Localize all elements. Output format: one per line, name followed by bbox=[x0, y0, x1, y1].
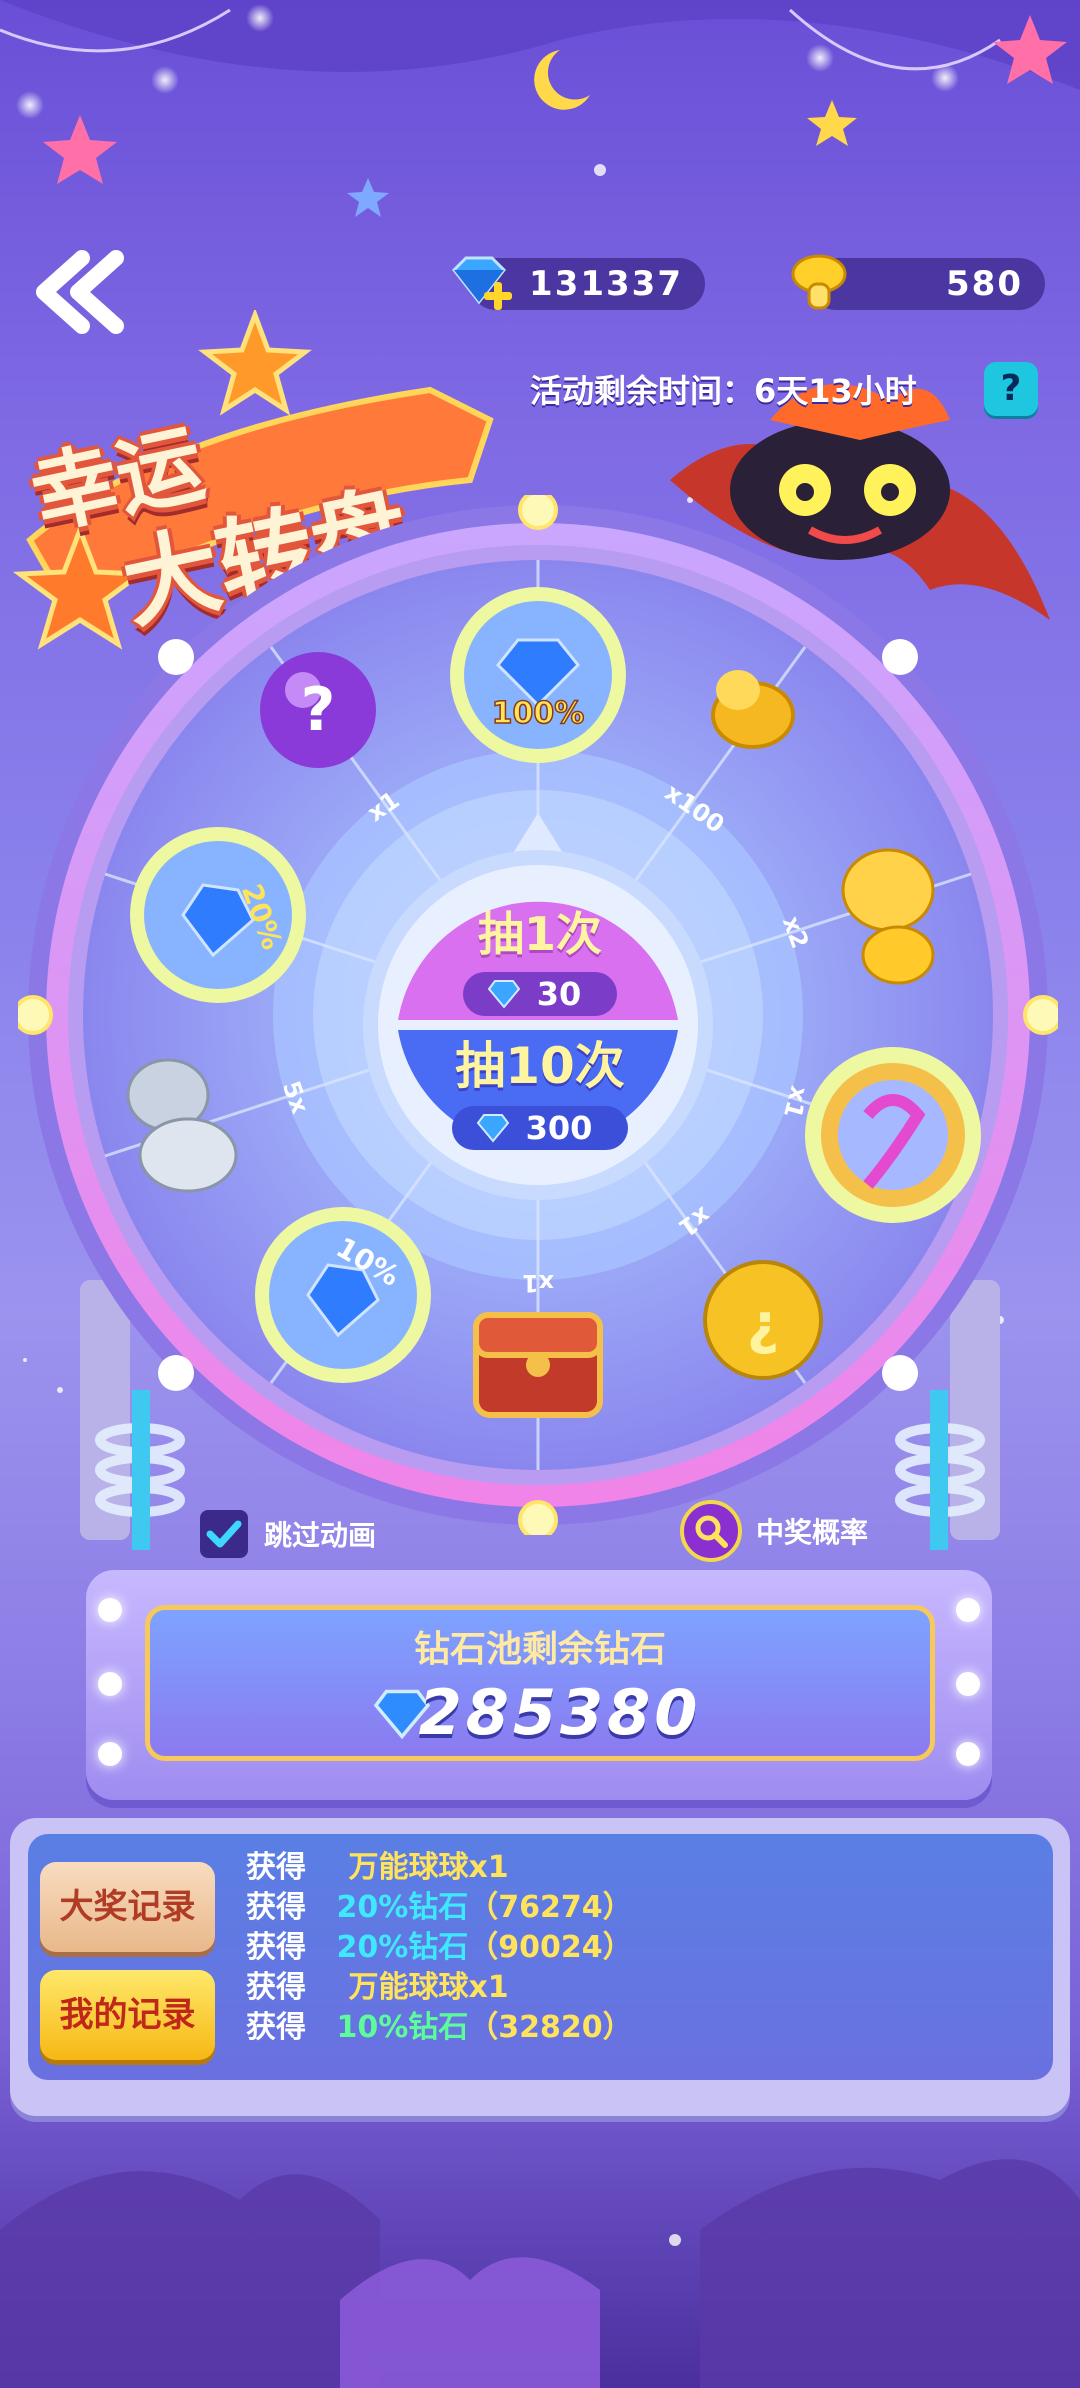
gem-pile-100-icon: 100% bbox=[450, 587, 626, 763]
pool-value: 285380 bbox=[418, 1676, 702, 1749]
magnifier-icon bbox=[680, 1500, 742, 1562]
moon-icon bbox=[534, 50, 590, 110]
record-verb: 获得 bbox=[246, 1930, 306, 1965]
tab-grand-prize-records[interactable]: 大奖记录 bbox=[40, 1862, 215, 1952]
record-verb: 获得 bbox=[246, 2010, 306, 2045]
record-verb: 获得 bbox=[246, 1970, 306, 2005]
skip-animation-toggle[interactable]: 跳过动画 bbox=[200, 1510, 376, 1558]
bulb bbox=[98, 1598, 122, 1622]
gem-icon bbox=[487, 980, 521, 1009]
help-button[interactable]: ? bbox=[984, 362, 1038, 416]
record-item: 10%钻石 bbox=[336, 2010, 469, 2045]
record-item: 20%钻石 bbox=[336, 1890, 469, 1925]
list-item: 获得 20%钻石（90024） bbox=[246, 1928, 633, 1968]
record-verb: 获得 bbox=[246, 1890, 306, 1925]
bulb bbox=[98, 1742, 122, 1766]
odds-button[interactable]: 中奖概率 bbox=[680, 1500, 868, 1562]
svg-text:?: ? bbox=[301, 675, 336, 745]
bulb bbox=[956, 1742, 980, 1766]
odds-label: 中奖概率 bbox=[756, 1516, 869, 1549]
record-detail: （76274） bbox=[468, 1890, 633, 1925]
gem-pile-10-icon: 10% bbox=[255, 1207, 431, 1383]
draw-once-cost: 30 bbox=[536, 975, 582, 1013]
record-item: 20%钻石 bbox=[336, 1930, 469, 1965]
bulb bbox=[956, 1598, 980, 1622]
list-item: 获得 万能球球x1 bbox=[246, 1968, 633, 2008]
svg-text:¿: ¿ bbox=[747, 1292, 779, 1357]
list-item: 获得 万能球球x1 bbox=[246, 1848, 633, 1888]
records-list: 获得 万能球球x1 获得 20%钻石（76274） 获得 20%钻石（90024… bbox=[246, 1848, 633, 2048]
bulb bbox=[98, 1672, 122, 1696]
event-timer: 活动剩余时间：6天13小时 bbox=[530, 372, 917, 410]
record-item: 万能球球x1 bbox=[348, 1850, 509, 1885]
record-detail: （90024） bbox=[468, 1930, 633, 1965]
checkbox[interactable] bbox=[200, 1510, 248, 1558]
skip-animation-label: 跳过动画 bbox=[264, 1519, 377, 1552]
gem-plus-icon bbox=[452, 256, 512, 310]
gem-icon bbox=[476, 1114, 509, 1143]
gem-pile-20-icon: 20% bbox=[130, 827, 306, 1003]
draw-ten-label: 抽10次 bbox=[455, 1037, 625, 1095]
record-detail: （32820） bbox=[468, 2010, 633, 2045]
record-item: 万能球球x1 bbox=[348, 1970, 509, 2005]
draw-once-label: 抽1次 bbox=[477, 907, 602, 961]
bulb bbox=[956, 1672, 980, 1696]
gem-100-badge: 100% bbox=[492, 696, 585, 731]
golden-mushroom-icon bbox=[791, 254, 847, 310]
gem-balance[interactable]: 131337 bbox=[452, 256, 705, 310]
star-orb-icon bbox=[805, 1047, 981, 1223]
draw-ten-cost-pill: 300 bbox=[451, 1106, 629, 1150]
gem-count: 131337 bbox=[529, 264, 683, 304]
multiplier-text: x1 bbox=[522, 1269, 554, 1297]
treasure-chest-icon bbox=[473, 1312, 603, 1418]
draw-once-cost-pill: 30 bbox=[462, 972, 618, 1016]
pool-title: 钻石池剩余钻石 bbox=[413, 1629, 666, 1670]
golden-egg-icon: ¿ bbox=[703, 1260, 823, 1380]
checkmark-icon bbox=[206, 1520, 242, 1548]
draw-ten-cost: 300 bbox=[525, 1109, 593, 1147]
mushroom-count: 580 bbox=[946, 264, 1023, 304]
mystery-ball-icon: ? bbox=[260, 652, 376, 768]
record-verb: 获得 bbox=[246, 1850, 306, 1885]
mushroom-balance: 580 bbox=[791, 254, 1045, 310]
list-item: 获得 20%钻石（76274） bbox=[246, 1888, 633, 1928]
draw-once-button[interactable]: 抽1次 30 bbox=[400, 880, 680, 1020]
list-item: 获得 10%钻石（32820） bbox=[246, 2008, 633, 2048]
tab-my-records[interactable]: 我的记录 bbox=[40, 1970, 215, 2060]
draw-ten-button[interactable]: 抽10次 300 bbox=[400, 1022, 680, 1162]
